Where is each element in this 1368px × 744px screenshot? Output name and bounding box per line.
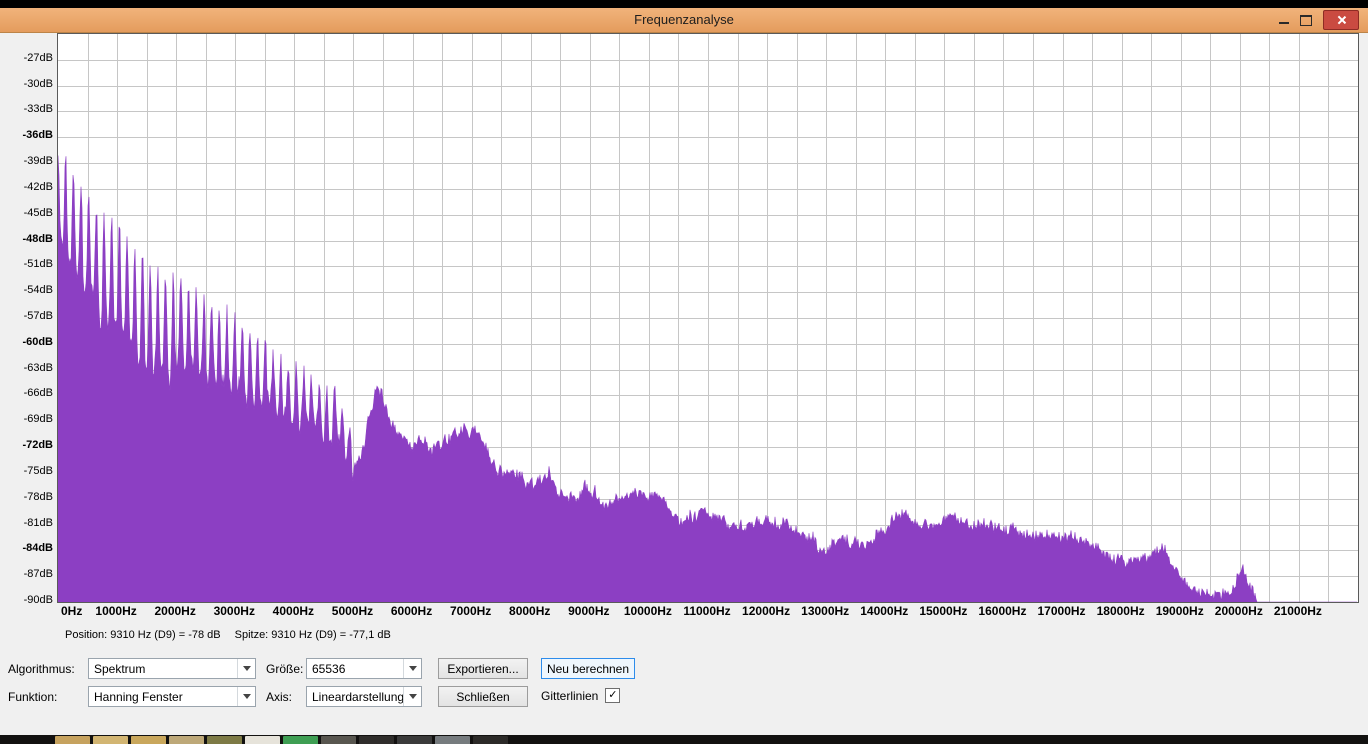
- y-axis-tick-label: -75dB: [23, 464, 53, 477]
- y-axis-tick-label: -42dB: [23, 180, 53, 193]
- taskbar-app-icon[interactable]: [473, 736, 508, 744]
- y-axis-tick-label: -45dB: [23, 206, 53, 219]
- y-axis-tick-label: -33dB: [23, 103, 53, 116]
- size-label: Größe:: [266, 662, 304, 676]
- y-axis-tick-label: -30dB: [23, 77, 53, 90]
- taskbar-icon-strip: [55, 736, 508, 744]
- y-axis-tick-label: -72dB: [22, 439, 53, 452]
- algorithm-label: Algorithmus:: [8, 662, 75, 676]
- y-axis-tick-label: -63dB: [23, 361, 53, 374]
- desktop-edge: [0, 0, 1368, 8]
- taskbar-app-icon[interactable]: [359, 736, 394, 744]
- taskbar-app-icon[interactable]: [283, 736, 318, 744]
- window-title: Frequenzanalyse: [634, 12, 734, 27]
- gridlines-label: Gitterlinien: [541, 688, 599, 703]
- axis-label: Axis:: [266, 690, 293, 704]
- y-axis-tick-label: -54dB: [23, 284, 53, 297]
- close-dialog-button[interactable]: Schließen: [438, 686, 528, 707]
- y-axis-tick-label: -51dB: [23, 258, 53, 271]
- taskbar-app-icon[interactable]: [55, 736, 90, 744]
- axis-select[interactable]: Lineardarstellung: [306, 686, 422, 707]
- close-icon: [1336, 15, 1346, 25]
- y-axis-tick-label: -90dB: [23, 594, 53, 606]
- dropdown-arrow-icon: [403, 659, 421, 678]
- function-select[interactable]: Hanning Fenster: [88, 686, 256, 707]
- status-peak-text: Spitze: 9310 Hz (D9) = -77,1 dB: [234, 629, 391, 641]
- status-position-text: Position: 9310 Hz (D9) = -78 dB: [65, 629, 221, 641]
- restore-icon: [1300, 14, 1312, 26]
- restore-button[interactable]: [1300, 14, 1312, 26]
- function-selected-value: Hanning Fenster: [94, 690, 183, 704]
- y-axis-labels: -27dB -30dB -33dB -36dB -39dB -42dB -45dB -48dB…: [0, 33, 53, 606]
- taskbar-app-icon[interactable]: [245, 736, 280, 744]
- status-line: Position: 9310 Hz (D9) = -78 dB Spitze: …: [65, 629, 391, 641]
- y-axis-tick-label: -57dB: [23, 310, 53, 322]
- y-axis-tick-label: -48dB: [22, 232, 53, 245]
- size-selected-value: 65536: [312, 662, 346, 676]
- y-axis-tick-label: -84dB: [22, 542, 53, 555]
- close-window-button[interactable]: [1323, 10, 1359, 30]
- taskbar-app-icon[interactable]: [93, 736, 128, 744]
- taskbar-app-icon[interactable]: [131, 736, 166, 744]
- window-titlebar[interactable]: Frequenzanalyse: [0, 8, 1368, 33]
- taskbar-app-icon[interactable]: [321, 736, 356, 744]
- window-controls: [1279, 8, 1359, 32]
- algorithm-select[interactable]: Spektrum: [88, 658, 256, 679]
- gridlines-checkbox[interactable]: ✓: [605, 688, 621, 703]
- spectrum-plot[interactable]: [57, 33, 1359, 603]
- function-label: Funktion:: [8, 690, 58, 704]
- taskbar-app-icon[interactable]: [169, 736, 204, 744]
- minimize-icon: [1279, 22, 1289, 24]
- y-axis-tick-label: -27dB: [23, 51, 53, 64]
- taskbar-app-icon[interactable]: [397, 736, 432, 744]
- taskbar-app-icon[interactable]: [435, 736, 470, 744]
- screen: Frequenzanalyse -27dB -30dB -33dB -36dB -39d…: [0, 0, 1368, 744]
- taskbar-app-icon[interactable]: [207, 736, 242, 744]
- y-axis-tick-label: -66dB: [23, 387, 53, 400]
- spectrum-chart: [58, 34, 1358, 602]
- dropdown-arrow-icon: [237, 659, 255, 678]
- y-axis-tick-label: -60dB: [22, 335, 53, 348]
- dropdown-arrow-icon: [403, 687, 421, 706]
- dropdown-arrow-icon: [237, 687, 255, 706]
- y-axis-tick-label: -69dB: [23, 413, 53, 426]
- y-axis-tick-label: -87dB: [23, 568, 53, 581]
- export-button[interactable]: Exportieren...: [438, 658, 528, 679]
- minimize-button[interactable]: [1279, 16, 1289, 24]
- recalculate-button[interactable]: Neu berechnen: [541, 658, 635, 679]
- algorithm-selected-value: Spektrum: [94, 662, 146, 676]
- gridlines-option: Gitterlinien ✓: [541, 688, 621, 703]
- x-axis-tick-label: 21000Hz: [1273, 604, 1322, 618]
- x-axis-labels: 0Hz 1000Hz 2000Hz 3000Hz 4000Hz 5000Hz 6000Hz 7…: [57, 604, 1359, 620]
- size-select[interactable]: 65536: [306, 658, 422, 679]
- taskbar[interactable]: [0, 735, 1368, 744]
- y-axis-tick-label: -78dB: [23, 490, 53, 503]
- axis-selected-value: Lineardarstellung: [312, 690, 404, 704]
- y-axis-tick-label: -81dB: [23, 516, 53, 529]
- y-axis-tick-label: -39dB: [23, 155, 53, 168]
- y-axis-tick-label: -36dB: [22, 129, 53, 142]
